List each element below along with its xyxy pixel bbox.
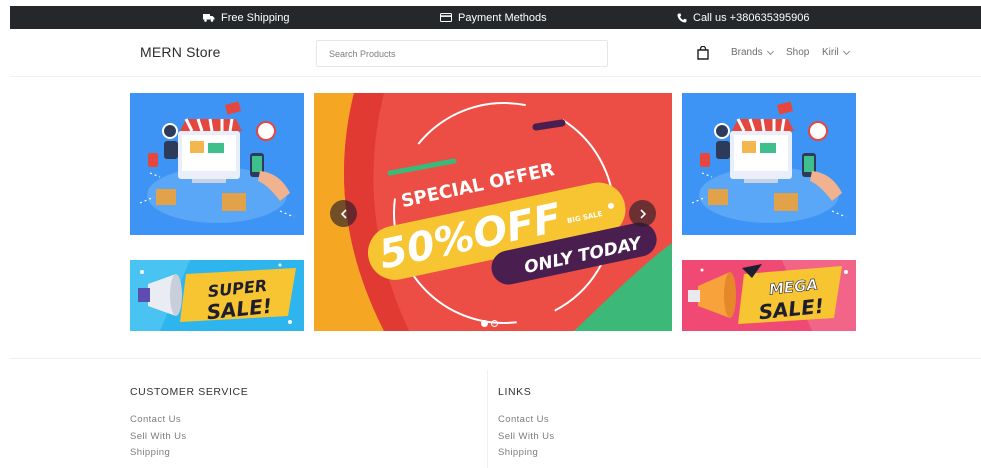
credit-card-icon xyxy=(440,13,452,22)
free-shipping-label: Free Shipping xyxy=(221,11,290,24)
footer-link-shipping[interactable]: Shipping xyxy=(130,445,248,462)
footer-customer-service: CUSTOMER SERVICE Contact Us Sell With Us… xyxy=(130,386,248,462)
shopping-illustration xyxy=(139,101,295,223)
carousel-pagination xyxy=(481,320,498,327)
shopping-bag-icon[interactable] xyxy=(697,45,709,65)
carousel-prev-button[interactable] xyxy=(330,200,357,227)
user-menu-dropdown[interactable]: Kiril xyxy=(822,47,850,58)
call-us-info: Call us +380635395906 xyxy=(677,6,810,29)
chevron-down-icon xyxy=(842,47,850,55)
footer-link-sell-with-us[interactable]: Sell With Us xyxy=(130,429,248,446)
footer-link-contact-us[interactable]: Contact Us xyxy=(130,412,248,429)
shop-link[interactable]: Shop xyxy=(786,47,809,58)
banner-shopping-left[interactable] xyxy=(130,93,304,235)
chevron-down-icon xyxy=(766,47,774,55)
hero-carousel[interactable]: 50%OFF SPECIAL OFFER ONLY TODAY BIG SALE xyxy=(314,93,672,331)
banner-mega-sale[interactable]: MEGA SALE! xyxy=(682,260,856,331)
search-input[interactable] xyxy=(316,40,608,67)
top-info-bar: Free Shipping Payment Methods Call us +3… xyxy=(10,6,981,29)
footer-link-shipping[interactable]: Shipping xyxy=(498,445,555,462)
footer-links: LINKS Contact Us Sell With Us Shipping xyxy=(498,386,555,462)
truck-icon xyxy=(203,13,215,22)
shop-label: Shop xyxy=(786,47,810,58)
brands-dropdown[interactable]: Brands xyxy=(731,47,774,58)
super-sale-megaphone: SUPER SALE! xyxy=(130,260,304,331)
special-offer-slide: 50%OFF SPECIAL OFFER ONLY TODAY BIG SALE xyxy=(314,93,672,331)
store-logo[interactable]: MERN Store xyxy=(140,44,221,60)
banner-super-sale[interactable]: SUPER SALE! xyxy=(130,260,304,331)
chevron-right-icon xyxy=(639,208,646,219)
footer-link-sell-with-us[interactable]: Sell With Us xyxy=(498,429,555,446)
mega-sale-megaphone: MEGA SALE! xyxy=(682,260,856,331)
payment-methods-label: Payment Methods xyxy=(458,11,547,24)
chevron-left-icon xyxy=(340,208,347,219)
carousel-dot[interactable] xyxy=(481,320,488,327)
footer-heading: CUSTOMER SERVICE xyxy=(130,386,249,398)
banner-shopping-right[interactable] xyxy=(682,93,856,235)
carousel-dot[interactable] xyxy=(491,320,498,327)
footer-heading: LINKS xyxy=(498,386,532,398)
footer-column-divider xyxy=(487,370,488,468)
call-us-label: Call us +380635395906 xyxy=(693,11,810,24)
phone-icon xyxy=(677,13,687,23)
carousel-next-button[interactable] xyxy=(629,200,656,227)
user-name-label: Kiril xyxy=(822,47,839,58)
payment-methods-info: Payment Methods xyxy=(440,6,547,29)
footer-link-contact-us[interactable]: Contact Us xyxy=(498,412,555,429)
footer-divider xyxy=(10,358,981,359)
brands-label: Brands xyxy=(731,47,763,58)
free-shipping-info: Free Shipping xyxy=(203,6,290,29)
site-header: MERN Store Brands Shop Kiril xyxy=(10,29,981,77)
shopping-illustration xyxy=(691,101,847,223)
